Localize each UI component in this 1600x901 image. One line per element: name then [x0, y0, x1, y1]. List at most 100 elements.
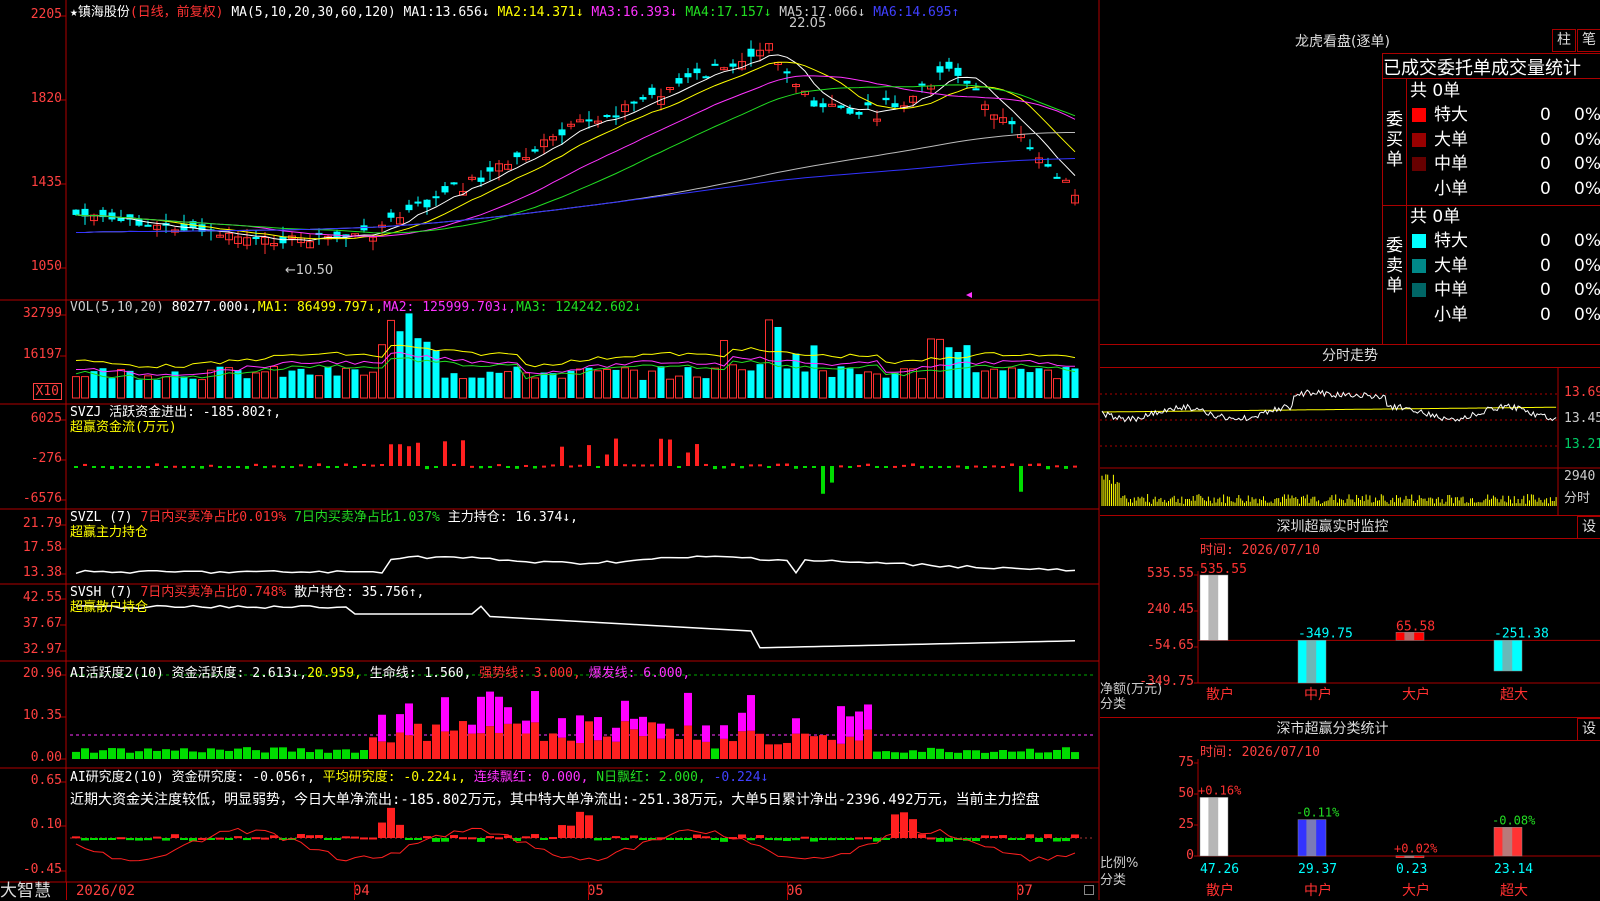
activity-bar [675, 739, 683, 759]
volume-bar [252, 372, 260, 399]
intraday-vol-tick: 2940 [1564, 469, 1596, 484]
volume-bar [855, 374, 863, 398]
volume-bar [432, 350, 440, 398]
activity-bar [765, 744, 773, 759]
x-tick: 06 [786, 883, 803, 899]
fund-flow-bar [740, 466, 744, 469]
activity-bar [108, 748, 116, 759]
star-icon[interactable]: ★ [70, 5, 78, 20]
air-comment: 近期大资金关注度较低，明显弱势，今日大单净流出:-185.802万元，其中特大单… [70, 792, 1040, 808]
research-bar [153, 836, 161, 839]
vol-ma3-value: 124242.602↓ [555, 300, 642, 315]
volume-bar [549, 373, 557, 398]
volume-bar [828, 376, 836, 398]
activity-spike-bar [702, 725, 710, 742]
activity-bar [198, 752, 206, 759]
activity-bar [936, 748, 944, 759]
lock-icon[interactable] [1084, 885, 1094, 895]
fund-flow-bar [407, 446, 411, 466]
fund-flow-bar [281, 466, 285, 468]
sell-row-count: 0 [1540, 231, 1551, 251]
activity-bar [801, 733, 809, 759]
activity-bar [90, 752, 98, 759]
research-bar [342, 836, 350, 839]
air-average: 平均研究度: -0.224↓, [322, 770, 467, 785]
tick-view-button[interactable]: 笔 [1577, 29, 1600, 52]
activity-bar [486, 726, 494, 759]
fund-flow-bar [497, 464, 501, 467]
fund-flow-bar [110, 466, 114, 470]
sell-row-pct: 0% [1574, 255, 1600, 276]
activity-spike-bar [558, 718, 566, 738]
bar-view-button[interactable]: 柱 [1552, 29, 1576, 52]
period-label[interactable]: (日线，前复权) [130, 5, 224, 20]
ma6-label: MA6: [873, 5, 905, 20]
activity-bar [792, 733, 800, 759]
category-label: 中户 [1304, 882, 1332, 899]
fund-flow-bar [389, 444, 393, 466]
category-change-label: +0.16% [1198, 783, 1242, 797]
fund-flow-bar [1064, 466, 1068, 469]
svzj-header: SVZJ 活跃资金进出: -185.802↑, 超赢资金流(万元) [70, 405, 281, 435]
research-bar [639, 838, 647, 840]
activity-bar [315, 749, 323, 759]
fund-flow-bar [1010, 463, 1014, 466]
volume-bar [513, 366, 521, 398]
research-bar [783, 838, 791, 842]
candle-body [72, 209, 80, 215]
candle-body [639, 97, 647, 100]
candle-body [729, 63, 737, 67]
research-bar [108, 838, 116, 840]
candle-body [558, 129, 566, 136]
research-bar [675, 838, 683, 840]
fund-flow-bar [335, 466, 339, 468]
volume-bar [522, 372, 530, 399]
fund-flow-bar [1019, 466, 1023, 492]
ai-research-tick: -0.45 [22, 862, 62, 877]
svzl-ratio-2: 7日内买卖净占比1.037% [294, 510, 440, 525]
research-bar [702, 836, 710, 839]
candle-body [450, 182, 458, 185]
activity-bar [990, 751, 998, 759]
volume-bar [1017, 368, 1025, 398]
svzl-line2: 超赢主力持仓 [70, 525, 149, 540]
fund-flow-bar [182, 466, 186, 469]
activity-bar [702, 741, 710, 759]
activity-bar [432, 724, 440, 759]
activity-spike-bar [531, 691, 539, 723]
divider [1382, 53, 1383, 344]
activity-bar [360, 750, 368, 759]
kline-chart-area[interactable]: 22.05 ←10.50 [0, 0, 1100, 900]
activity-bar [225, 750, 233, 759]
activity-bar [729, 741, 737, 759]
volume-bar [558, 377, 566, 399]
activity-bar [927, 747, 935, 759]
volume-bar [297, 368, 305, 398]
research-bar [144, 838, 152, 841]
research-bar [198, 837, 206, 840]
fund-flow-bar [128, 466, 132, 468]
volume-unit: X10 [32, 383, 62, 400]
buy-row-pct: 0% [1574, 129, 1600, 150]
volume-bar [162, 376, 170, 399]
intraday-chart[interactable] [1100, 368, 1600, 516]
ma20-line [75, 75, 1076, 238]
ai-strong-line: 强势线: 3.000, [479, 666, 581, 681]
activity-spike-bar [846, 716, 854, 737]
research-bar [1017, 838, 1025, 840]
volume-bar [846, 368, 854, 398]
activity-spike-bar [405, 703, 413, 736]
right-panel: 龙虎看盘(逐单) 柱 笔 已成交委托单成交量统计 委买单 委卖单 共 0单 特大… [1100, 0, 1600, 900]
volume-bar [243, 378, 251, 398]
volume-bar [198, 379, 206, 399]
research-bar [297, 834, 305, 838]
fund-flow-bar [146, 466, 150, 469]
research-bar [936, 838, 944, 842]
activity-bar [918, 751, 926, 759]
fund-flow-bar [119, 466, 123, 468]
fund-flow-bar [920, 466, 924, 469]
category-value-label: -349.75 [1298, 626, 1353, 641]
activity-bar [288, 751, 296, 759]
activity-bar [1053, 749, 1061, 759]
ai-tick: 0.00 [30, 750, 62, 765]
